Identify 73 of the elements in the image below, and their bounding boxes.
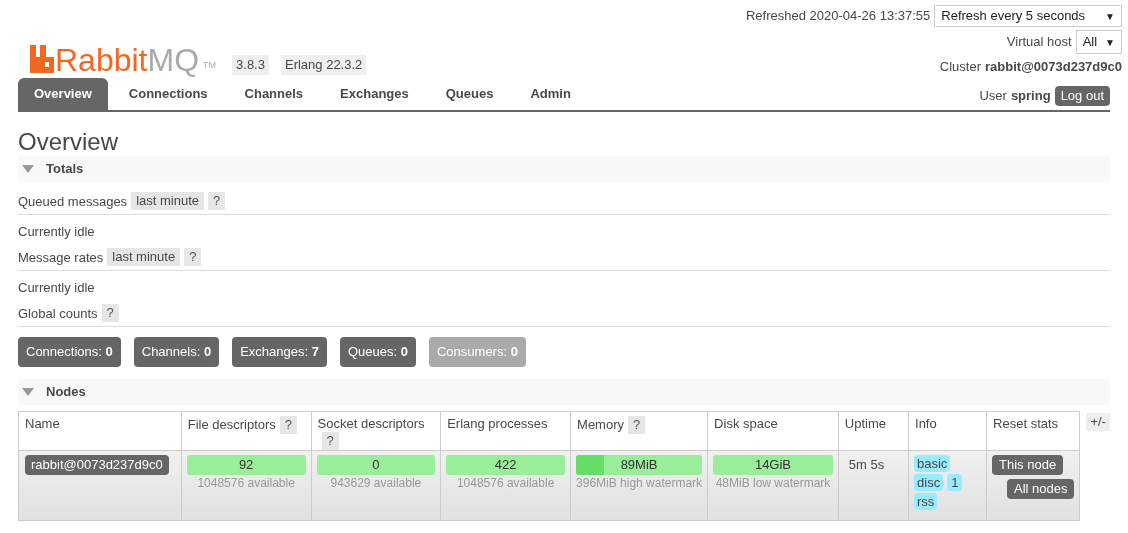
help-button[interactable]: ? xyxy=(101,304,119,323)
cluster-name: rabbit@0073d237d9c0 xyxy=(985,58,1122,76)
column-header: Reset stats xyxy=(986,411,1080,451)
nav-tab[interactable]: Connections xyxy=(112,77,224,110)
column-header: Info xyxy=(908,411,987,451)
count-button[interactable]: Queues: 0 xyxy=(339,337,416,367)
logout-button[interactable]: Log out xyxy=(1054,85,1110,106)
nav-tab[interactable]: Admin xyxy=(514,77,587,110)
column-header: File descriptors ? xyxy=(181,411,312,451)
reset-button[interactable]: All nodes xyxy=(1006,479,1075,499)
count-button[interactable]: Exchanges: 7 xyxy=(232,337,327,367)
usage-value: 0 xyxy=(371,456,381,474)
status-text: Currently idle xyxy=(18,279,96,297)
nav-tab[interactable]: Queues xyxy=(429,77,510,110)
nav-tab[interactable]: Exchanges xyxy=(324,77,425,110)
caret-icon: ▼ xyxy=(1105,8,1115,24)
usage-note: 943629 available xyxy=(330,475,422,491)
refresh-select[interactable]: Refresh every 5 seconds ▼ xyxy=(934,5,1122,27)
info-tag: rss xyxy=(914,493,938,510)
section-title: Totals xyxy=(46,159,84,178)
usage-value: 422 xyxy=(493,456,518,474)
chart-label: Queued messages xyxy=(18,192,128,211)
usage-value: 14GiB xyxy=(753,456,793,474)
caret-icon: ▼ xyxy=(1105,34,1115,50)
usage-value: 89MiB xyxy=(619,456,659,474)
range-selector[interactable]: last minute xyxy=(131,192,204,211)
help-button[interactable]: ? xyxy=(279,416,298,434)
logo-text: Rabbit xyxy=(55,42,148,77)
refreshed-label: Refreshed 2020-04-26 13:37:55 xyxy=(746,7,931,26)
usage-value: 92 xyxy=(237,456,255,474)
node-name[interactable]: rabbit@0073d237d9c0 xyxy=(25,455,169,475)
version-badge: 3.8.3 xyxy=(232,55,269,75)
logo-text: MQ xyxy=(147,42,200,77)
user-label: User xyxy=(979,86,1007,105)
chart-label: Message rates xyxy=(18,248,104,267)
column-header: Erlang processes xyxy=(440,411,571,451)
section-header[interactable]: Nodes xyxy=(18,379,1110,405)
help-button[interactable]: ? xyxy=(628,416,646,434)
status-text: Currently idle xyxy=(18,223,96,241)
info-count: 1 xyxy=(947,474,963,491)
vhost-label: Virtual host xyxy=(1006,33,1072,52)
columns-toggle[interactable]: +/- xyxy=(1086,413,1110,431)
user-name: spring xyxy=(1010,86,1051,105)
count-button[interactable]: Connections: 0 xyxy=(18,337,121,367)
column-header: Disk space xyxy=(707,411,839,451)
usage-note: 1048576 available xyxy=(197,475,295,491)
usage-note: 1048576 available xyxy=(456,475,555,491)
uptime-cell: 5m 5s xyxy=(838,450,909,521)
cluster-label: Cluster xyxy=(939,58,981,76)
logo-icon xyxy=(30,44,54,73)
vhost-select[interactable]: All ▼ xyxy=(1075,30,1122,54)
info-tag: basic xyxy=(914,455,951,472)
section-title: Nodes xyxy=(46,383,86,402)
help-button[interactable]: ? xyxy=(184,248,202,267)
usage-note: 48MiB low watermark xyxy=(715,475,831,491)
column-header: Socket descriptors ? xyxy=(311,411,441,451)
reset-button[interactable]: This node xyxy=(992,455,1064,475)
help-button[interactable]: ? xyxy=(208,192,226,211)
page-title: Overview xyxy=(18,127,120,156)
column-header: Uptime xyxy=(838,411,909,451)
usage-note: 396MiB high watermark xyxy=(576,475,703,491)
info-tag: disc xyxy=(914,474,944,491)
nav-tab[interactable]: Overview xyxy=(18,77,108,110)
trademark: TM xyxy=(203,59,217,72)
column-header: Name xyxy=(18,411,182,451)
nav-tab[interactable]: Channels xyxy=(228,77,320,110)
section-header[interactable]: Totals xyxy=(18,155,1110,182)
erlang-badge: Erlang 22.3.2 xyxy=(280,55,367,75)
range-selector[interactable]: last minute xyxy=(107,248,181,267)
column-header: Memory ? xyxy=(570,411,708,451)
global-counts-label: Global counts xyxy=(18,304,98,323)
help-button[interactable]: ? xyxy=(321,432,339,450)
count-button[interactable]: Channels: 0 xyxy=(133,337,220,367)
